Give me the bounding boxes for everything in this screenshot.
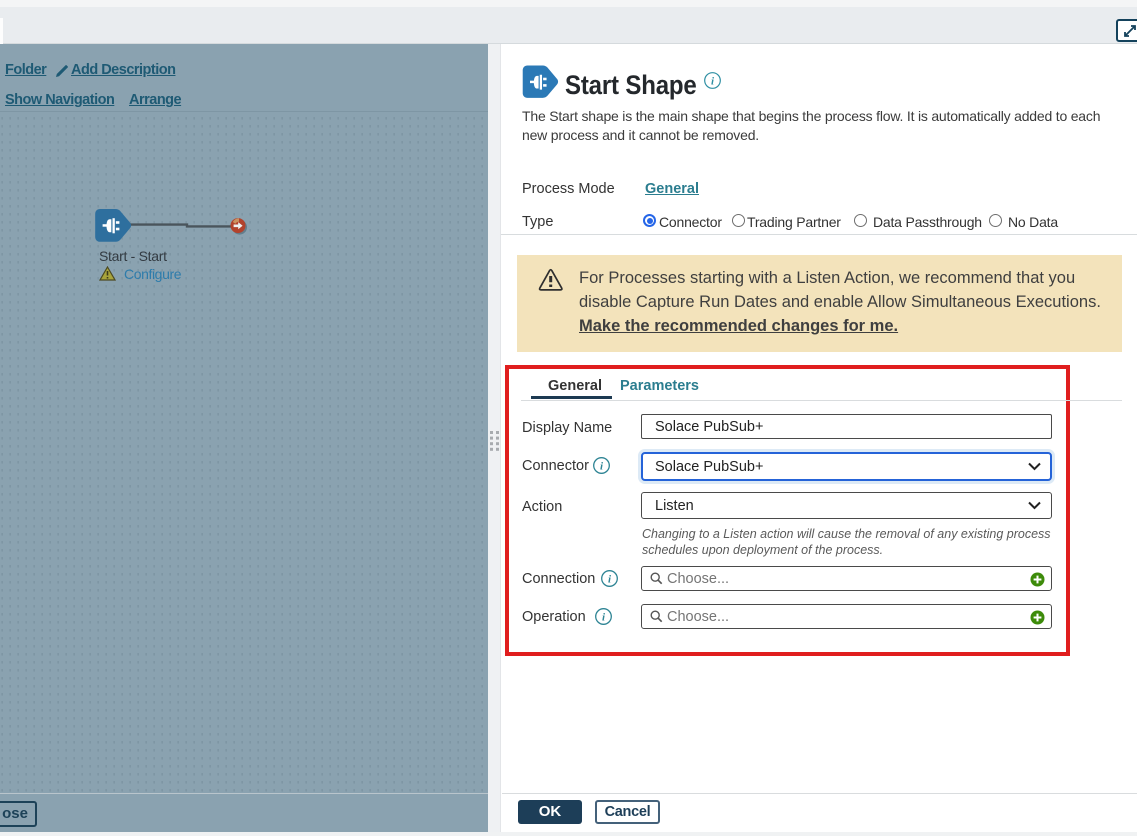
svg-text:i: i xyxy=(608,574,612,586)
svg-text:i: i xyxy=(711,76,715,88)
svg-text:i: i xyxy=(602,612,606,624)
svg-text:i: i xyxy=(600,461,604,473)
